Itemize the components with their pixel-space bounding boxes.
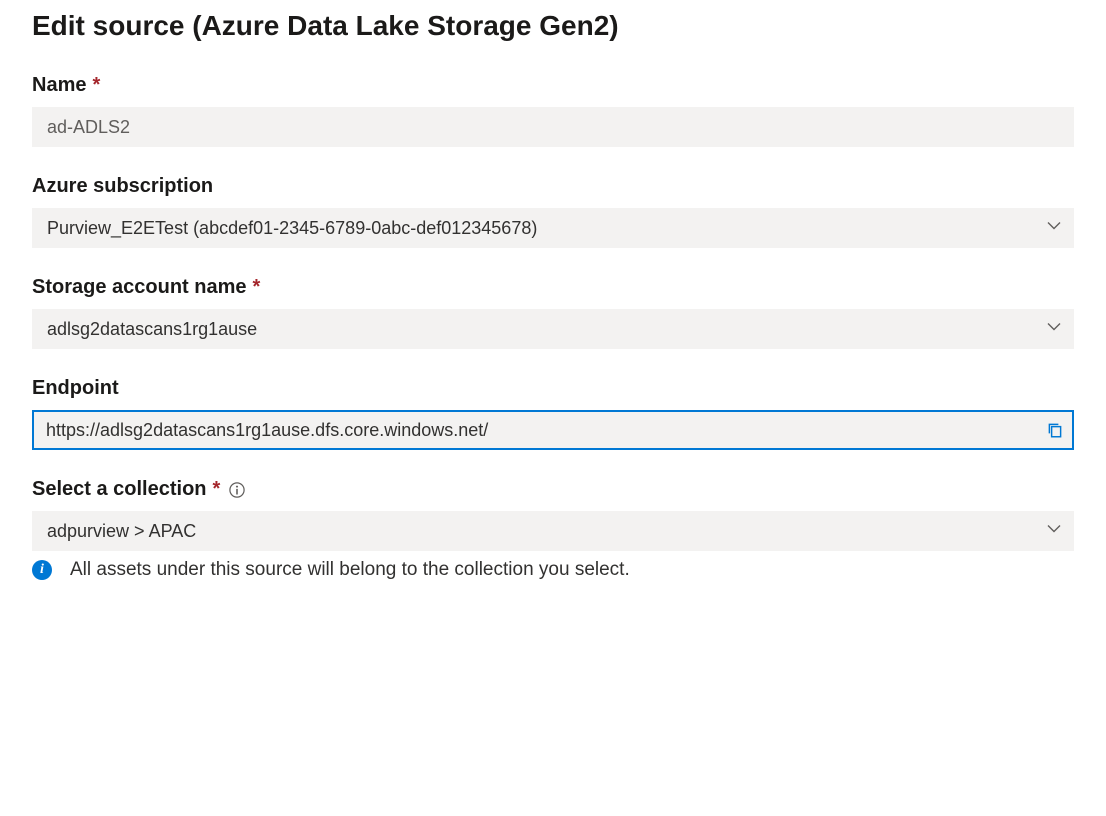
endpoint-label: Endpoint [32,377,119,400]
collection-label: Select a collection * [32,478,246,501]
collection-label-text: Select a collection [32,478,207,501]
info-icon[interactable] [228,481,246,499]
collection-select[interactable]: adpurview > APAC [32,511,1074,551]
storage-account-select[interactable]: adlsg2datascans1rg1ause [32,309,1074,349]
storage-account-value: adlsg2datascans1rg1ause [47,319,257,340]
storage-account-label-text: Storage account name [32,276,247,299]
field-collection: Select a collection * adpurview > APAC i… [32,478,1074,581]
name-label-text: Name [32,74,86,97]
copy-icon[interactable] [1046,421,1064,439]
info-filled-icon: i [32,560,52,580]
collection-value: adpurview > APAC [47,521,196,542]
subscription-label-text: Azure subscription [32,175,213,198]
name-label: Name * [32,74,100,97]
field-endpoint: Endpoint [32,377,1074,450]
required-mark: * [213,478,221,501]
subscription-label: Azure subscription [32,175,213,198]
required-mark: * [92,74,100,97]
page-title: Edit source (Azure Data Lake Storage Gen… [32,10,1074,42]
endpoint-label-text: Endpoint [32,377,119,400]
storage-account-label: Storage account name * [32,276,260,299]
field-subscription: Azure subscription Purview_E2ETest (abcd… [32,175,1074,248]
subscription-value: Purview_E2ETest (abcdef01-2345-6789-0abc… [47,218,537,239]
name-input[interactable] [32,107,1074,147]
required-mark: * [253,276,261,299]
collection-helper-text: All assets under this source will belong… [70,559,630,581]
endpoint-input[interactable] [32,410,1074,450]
collection-helper: i All assets under this source will belo… [32,559,1074,581]
field-storage-account: Storage account name * adlsg2datascans1r… [32,276,1074,349]
subscription-select[interactable]: Purview_E2ETest (abcdef01-2345-6789-0abc… [32,208,1074,248]
field-name: Name * [32,74,1074,147]
